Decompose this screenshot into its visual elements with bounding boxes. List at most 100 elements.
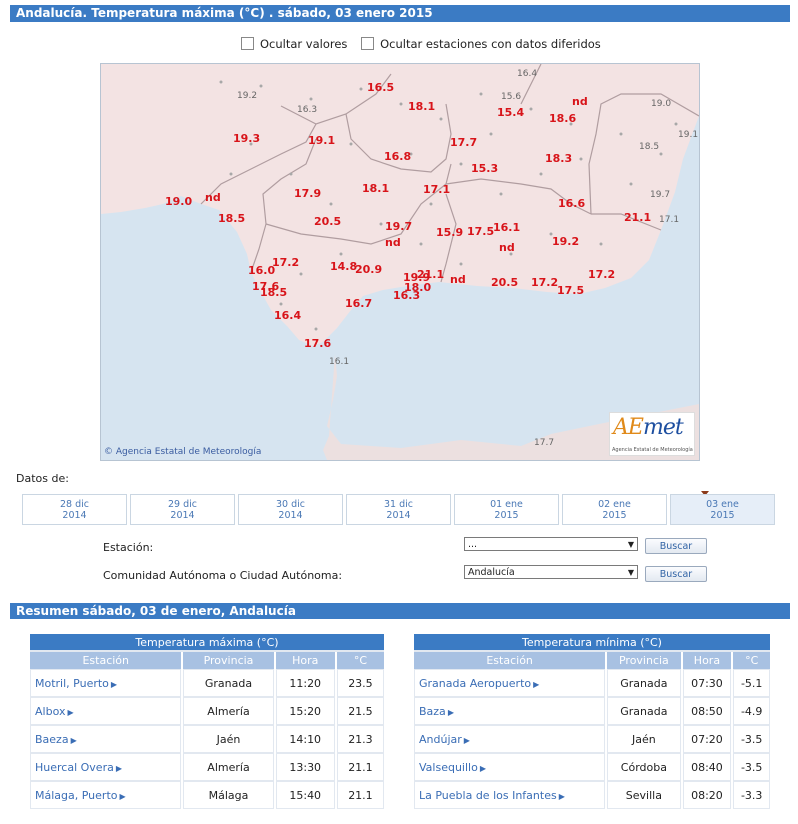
date-tab[interactable]: 30 dic 2014: [238, 494, 343, 525]
table-row: Andújar ▶ Jaén 07:20 -3.5: [414, 725, 770, 753]
station-link[interactable]: Baeza ▶: [30, 725, 182, 753]
column-header: Provincia: [183, 652, 274, 669]
map-value: 19.3: [233, 132, 261, 145]
station-link[interactable]: Valsequillo ▶: [414, 753, 606, 781]
map-value: 17.2: [531, 276, 559, 289]
community-search-button[interactable]: Buscar: [645, 566, 707, 582]
province-cell: Almería: [183, 753, 274, 781]
map-value: 17.2: [588, 268, 616, 281]
date-tab[interactable]: 28 dic 2014: [22, 494, 127, 525]
map-value: 15.9: [436, 226, 464, 239]
map-gray-value: 19.7: [650, 190, 671, 200]
table-row: Granada Aeropuerto ▶ Granada 07:30 -5.1: [414, 669, 770, 697]
station-search-button[interactable]: Buscar: [645, 538, 707, 554]
map-gray-value: 17.7: [534, 438, 555, 448]
map-value: 17.5: [557, 284, 585, 297]
map-value: 17.9: [294, 187, 322, 200]
map-value: 16.8: [384, 150, 412, 163]
map-value: 21.1: [417, 268, 445, 281]
map-value: 17.5: [467, 225, 495, 238]
table-row: Baza ▶ Granada 08:50 -4.9: [414, 697, 770, 725]
station-link[interactable]: Andújar ▶: [414, 725, 606, 753]
arrow-right-icon: ▶: [119, 791, 126, 801]
table-row: Motril, Puerto ▶ Granada 11:20 23.5: [30, 669, 384, 697]
map-gray-value: 16.4: [517, 69, 538, 79]
table-caption: Temperatura máxima (°C): [30, 634, 384, 652]
table-caption: Temperatura mínima (°C): [414, 634, 770, 652]
hide-values-label: Ocultar valores: [260, 37, 348, 51]
map-value: 16.6: [558, 197, 586, 210]
map-value: 14.8: [330, 260, 358, 273]
time-cell: 08:40: [682, 753, 732, 781]
time-cell: 14:10: [275, 725, 335, 753]
time-cell: 11:20: [275, 669, 335, 697]
temp-cell: -3.3: [733, 781, 770, 809]
arrow-right-icon: ▶: [558, 791, 565, 801]
date-tab-selected[interactable]: 03 ene 2015: [670, 494, 775, 525]
date-tab[interactable]: 02 ene 2015: [562, 494, 667, 525]
table-row: Valsequillo ▶ Córdoba 08:40 -3.5: [414, 753, 770, 781]
station-link[interactable]: La Puebla de los Infantes ▶: [414, 781, 606, 809]
station-link[interactable]: Baza ▶: [414, 697, 606, 725]
province-cell: Jaén: [607, 725, 681, 753]
station-link[interactable]: Málaga, Puerto ▶: [30, 781, 182, 809]
column-header: Provincia: [607, 652, 681, 669]
community-label: Comunidad Autónoma o Ciudad Autónoma:: [103, 569, 343, 582]
datos-label: Datos de:: [16, 472, 69, 485]
map-value: 19.0: [165, 195, 193, 208]
map-gray-value: 16.3: [297, 105, 318, 115]
temperature-map[interactable]: 16.5 18.1 15.4 nd 18.6 19.3 19.1 16.8 17…: [100, 63, 700, 461]
station-link[interactable]: Albox ▶: [30, 697, 182, 725]
summary-title: Resumen sábado, 03 de enero, Andalucía: [10, 603, 790, 619]
station-link[interactable]: Motril, Puerto ▶: [30, 669, 182, 697]
hide-values-checkbox[interactable]: [241, 37, 254, 50]
map-value: 15.4: [497, 106, 525, 119]
province-cell: Granada: [607, 697, 681, 725]
temp-cell: -3.5: [733, 725, 770, 753]
map-value: 19.7: [385, 220, 413, 233]
province-cell: Granada: [607, 669, 681, 697]
map-value: 16.5: [367, 81, 395, 94]
map-value: 18.1: [408, 100, 436, 113]
hide-deferred-label: Ocultar estaciones con datos diferidos: [380, 37, 601, 51]
arrow-right-icon: ▶: [533, 679, 540, 689]
map-value: nd: [572, 95, 588, 108]
column-header: Hora: [275, 652, 335, 669]
map-value: 16.7: [345, 297, 373, 310]
map-value: 16.0: [248, 264, 276, 277]
community-select[interactable]: Andalucía ▼: [464, 565, 638, 579]
hide-deferred-checkbox[interactable]: [361, 37, 375, 50]
table-row: La Puebla de los Infantes ▶ Sevilla 08:20…: [414, 781, 770, 809]
map-value: 19.2: [552, 235, 580, 248]
date-tab[interactable]: 01 ene 2015: [454, 494, 559, 525]
time-cell: 08:50: [682, 697, 732, 725]
table-row: Huercal Overa ▶ Almería 13:30 21.1: [30, 753, 384, 781]
arrow-right-icon: ▶: [479, 763, 486, 773]
map-value: 18.1: [362, 182, 390, 195]
map-gray-value: 15.6: [501, 92, 522, 102]
station-link[interactable]: Granada Aeropuerto ▶: [414, 669, 606, 697]
date-tab[interactable]: 31 dic 2014: [346, 494, 451, 525]
map-value: 18.5: [260, 286, 288, 299]
temp-cell: 21.3: [336, 725, 384, 753]
map-options: Ocultar valores Ocultar estaciones con d…: [241, 37, 611, 51]
map-value: 20.9: [355, 263, 383, 276]
max-temperature-table: Temperatura máxima (°C) Estación Provinc…: [28, 634, 386, 809]
map-value: 17.2: [272, 256, 300, 269]
time-cell: 08:20: [682, 781, 732, 809]
date-tab[interactable]: 29 dic 2014: [130, 494, 235, 525]
station-label: Estación:: [103, 541, 154, 554]
station-link[interactable]: Huercal Overa ▶: [30, 753, 182, 781]
column-header: Estación: [414, 652, 606, 669]
map-value: 21.1: [624, 211, 652, 224]
arrow-right-icon: ▶: [70, 735, 77, 745]
column-header: Hora: [682, 652, 732, 669]
station-select[interactable]: ... ▼: [464, 537, 638, 551]
min-temperature-table: Temperatura mínima (°C) Estación Provinc…: [412, 634, 772, 809]
province-cell: Granada: [183, 669, 274, 697]
column-header: °C: [336, 652, 384, 669]
province-cell: Almería: [183, 697, 274, 725]
temp-cell: 21.1: [336, 781, 384, 809]
map-gray-value: 17.1: [659, 215, 680, 225]
dropdown-arrow-icon: ▼: [627, 540, 634, 549]
